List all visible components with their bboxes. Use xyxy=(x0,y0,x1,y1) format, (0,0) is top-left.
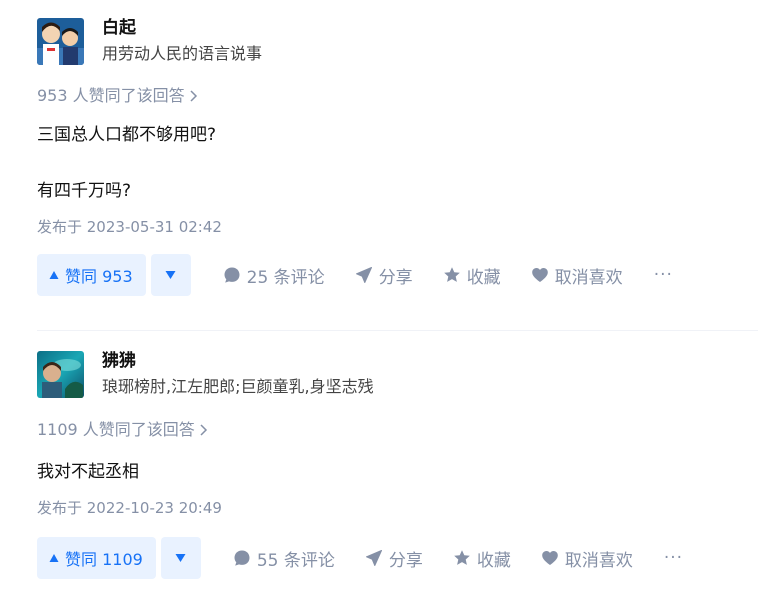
author-bio: 琅琊榜肘,江左肥郎;巨颜童乳,身坚志残 xyxy=(102,377,374,396)
voters-link[interactable]: 953 人赞同了该回答 xyxy=(37,86,758,106)
answer-content: 我对不起丞相 xyxy=(37,460,758,484)
content-paragraph: 三国总人口都不够用吧? xyxy=(37,125,217,145)
voters-link[interactable]: 1109 人赞同了该回答 xyxy=(37,420,758,440)
author-info: 狒狒 琅琊榜肘,江左肥郎;巨颜童乳,身坚志残 xyxy=(37,351,758,399)
vote-down-button[interactable] xyxy=(150,254,191,296)
collect-label: 收藏 xyxy=(476,550,511,571)
triangle-up-icon xyxy=(49,271,59,279)
comments-button[interactable]: 55 条评论 xyxy=(233,546,335,571)
star-icon xyxy=(454,550,470,565)
comment-icon xyxy=(224,267,240,283)
like-label: 取消喜欢 xyxy=(554,267,623,288)
share-button[interactable]: 分享 xyxy=(355,263,413,288)
like-label: 取消喜欢 xyxy=(564,550,633,571)
collect-label: 收藏 xyxy=(466,267,501,288)
heart-icon xyxy=(531,268,548,282)
vote-down-button[interactable] xyxy=(160,537,201,579)
comments-button[interactable]: 25 条评论 xyxy=(223,263,325,288)
chevron-right-icon xyxy=(200,424,207,436)
triangle-down-icon xyxy=(175,554,186,562)
content-paragraph: 我对不起丞相 xyxy=(37,462,139,482)
collect-button[interactable]: 收藏 xyxy=(453,546,511,571)
share-label: 分享 xyxy=(388,550,423,571)
answer-item: 白起 用劳动人民的语言说事 953 人赞同了该回答 三国总人口都不够用吧? 有四… xyxy=(37,18,758,296)
comments-label: 55 条评论 xyxy=(256,550,335,571)
share-icon xyxy=(355,267,372,283)
collect-button[interactable]: 收藏 xyxy=(443,263,501,288)
action-bar: 赞同 953 25 条评论 分享 收藏 取消喜欢 ··· xyxy=(37,254,758,296)
author-name[interactable]: 白起 xyxy=(102,18,262,38)
answer-item: 狒狒 琅琊榜肘,江左肥郎;巨颜童乳,身坚志残 1109 人赞同了该回答 我对不起… xyxy=(37,351,758,579)
author-bio: 用劳动人民的语言说事 xyxy=(102,44,263,63)
chevron-right-icon xyxy=(190,90,197,102)
share-button[interactable]: 分享 xyxy=(365,546,423,571)
triangle-up-icon xyxy=(49,554,59,562)
publish-time[interactable]: 发布于 2022-10-23 20:49 xyxy=(37,498,758,518)
share-label: 分享 xyxy=(378,267,413,288)
action-bar: 赞同 1109 55 条评论 分享 收藏 取消喜欢 ··· xyxy=(37,537,758,579)
publish-time[interactable]: 发布于 2023-05-31 02:42 xyxy=(37,217,758,237)
like-button[interactable]: 取消喜欢 xyxy=(531,263,623,288)
more-button[interactable]: ··· xyxy=(654,265,673,285)
content-paragraph: 有四千万吗? xyxy=(37,181,132,201)
star-icon xyxy=(443,267,460,282)
vote-up-button[interactable]: 赞同 953 xyxy=(37,254,146,296)
voters-text: 1109 人赞同了该回答 xyxy=(37,420,195,439)
comments-label: 25 条评论 xyxy=(246,267,325,288)
vote-up-label: 赞同 1109 xyxy=(65,550,143,569)
comment-icon xyxy=(234,550,250,566)
like-button[interactable]: 取消喜欢 xyxy=(541,546,633,571)
more-button[interactable]: ··· xyxy=(664,548,683,568)
voters-text: 953 人赞同了该回答 xyxy=(37,86,185,105)
triangle-down-icon xyxy=(165,271,176,279)
vote-up-button[interactable]: 赞同 1109 xyxy=(37,537,156,579)
author-info: 白起 用劳动人民的语言说事 xyxy=(37,18,758,66)
answer-content: 三国总人口都不够用吧? 有四千万吗? xyxy=(37,123,758,203)
avatar[interactable] xyxy=(37,18,84,65)
heart-icon xyxy=(542,551,558,565)
share-icon xyxy=(365,550,382,566)
avatar[interactable] xyxy=(37,351,84,398)
divider xyxy=(37,330,758,331)
vote-up-label: 赞同 953 xyxy=(65,267,133,286)
author-name[interactable]: 狒狒 xyxy=(102,351,374,371)
